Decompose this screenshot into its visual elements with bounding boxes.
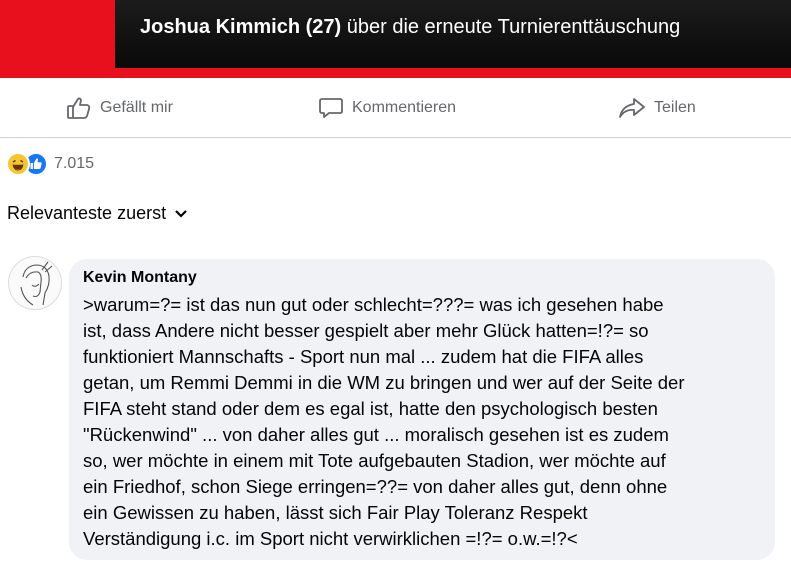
comment-text: >warum=?= ist das nun gut oder schlecht=… [83, 294, 685, 549]
post-action-bar: Gefällt mir Kommentieren Teilen [0, 80, 791, 136]
banner-caption-rest: über die erneute Turnierenttäuschung [341, 16, 681, 38]
quote-mark: ” [0, 0, 120, 78]
like-button[interactable]: Gefällt mir [66, 80, 173, 136]
thumbs-up-icon [67, 97, 91, 119]
reaction-count: 7.015 [54, 155, 95, 172]
comment-sort-label: Relevanteste zuerst [7, 203, 167, 223]
share-button-label: Teilen [654, 99, 696, 116]
like-button-label: Gefällt mir [100, 99, 173, 116]
action-bar-divider [0, 137, 791, 138]
commenter-avatar[interactable] [8, 256, 62, 310]
comment-button-label: Kommentieren [352, 99, 457, 116]
reactions-summary[interactable]: 7.015 [6, 150, 94, 178]
laugh-reaction-icon [6, 152, 30, 176]
share-icon [619, 98, 645, 118]
banner-caption-name: Joshua Kimmich (27) [140, 16, 342, 38]
share-button[interactable]: Teilen [618, 80, 696, 136]
comment-bubble: Kevin Montany >warum=?= ist das nun gut … [69, 259, 775, 560]
chevron-down-icon [175, 209, 187, 218]
comment-icon [319, 98, 343, 118]
banner-caption: Joshua Kimmich (27) über die erneute Tur… [140, 16, 680, 39]
comment-author[interactable]: Kevin Montany [83, 269, 197, 287]
post-image-banner[interactable]: ” Joshua Kimmich (27) über die erneute T… [0, 0, 791, 78]
comment-sort-dropdown[interactable]: Relevanteste zuerst [7, 203, 188, 224]
comment-button[interactable]: Kommentieren [318, 80, 456, 136]
